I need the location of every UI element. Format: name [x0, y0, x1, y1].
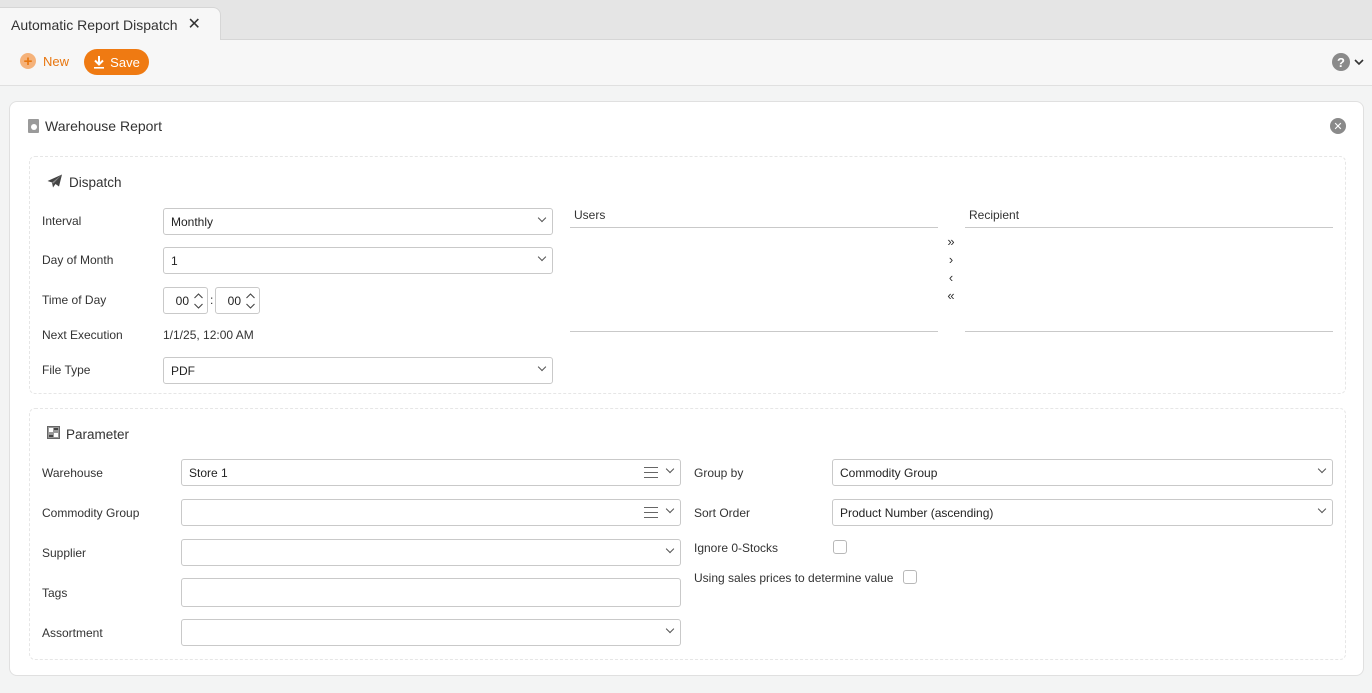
chevron-down-icon [1318, 466, 1326, 474]
interval-label: Interval [42, 214, 82, 228]
assortment-select[interactable] [181, 619, 681, 646]
warehouse-select[interactable]: Store 1 [181, 459, 681, 486]
parameter-title-text: Parameter [66, 426, 130, 442]
dispatch-section: Dispatch Interval Monthly Day of Month 1… [29, 156, 1346, 394]
recipient-list[interactable] [965, 227, 1333, 331]
close-icon[interactable]: ✕ [188, 16, 201, 33]
file-type-label: File Type [42, 363, 91, 377]
download-icon [93, 55, 105, 69]
chevron-down-icon [1354, 55, 1364, 69]
supplier-label: Supplier [42, 546, 87, 560]
users-list-header: Users [570, 208, 938, 228]
toolbar: + New Save ? [0, 40, 1372, 86]
day-of-month-select[interactable]: 1 [163, 247, 553, 274]
card-title: Warehouse Report [28, 118, 162, 134]
chevron-down-icon [538, 364, 546, 372]
tags-input[interactable] [181, 578, 681, 607]
save-button-label: Save [110, 54, 140, 70]
day-of-month-label: Day of Month [42, 253, 114, 267]
commodity-group-label: Commodity Group [42, 506, 140, 520]
remove-all-button[interactable]: « [944, 287, 958, 305]
next-execution-label: Next Execution [42, 328, 123, 342]
report-card: Warehouse Report ✕ Dispatch Interval Mon… [9, 101, 1364, 676]
recipient-list-divider [965, 331, 1333, 332]
chevron-down-icon [1318, 506, 1326, 514]
ignore-zero-stocks-label: Ignore 0-Stocks [694, 541, 779, 555]
group-by-value: Commodity Group [840, 465, 938, 480]
minute-stepper[interactable]: 00 [215, 287, 260, 314]
ignore-zero-stocks-checkbox[interactable] [833, 540, 847, 554]
file-type-value: PDF [171, 363, 195, 378]
tags-label: Tags [42, 586, 68, 600]
add-button[interactable]: › [944, 251, 958, 269]
hour-value: 00 [175, 293, 189, 308]
remove-button[interactable]: ‹ [944, 269, 958, 287]
warehouse-value: Store 1 [189, 465, 228, 480]
recipient-list-header: Recipient [965, 208, 1333, 228]
commodity-group-select[interactable] [181, 499, 681, 526]
interval-select[interactable]: Monthly [163, 208, 553, 235]
help-menu[interactable]: ? [1332, 53, 1364, 71]
chevron-down-icon [666, 506, 674, 514]
save-button[interactable]: Save [84, 49, 149, 75]
day-of-month-value: 1 [171, 253, 178, 268]
group-by-select[interactable]: Commodity Group [832, 459, 1333, 486]
new-button[interactable]: + New [20, 53, 69, 69]
new-button-label: New [43, 53, 70, 69]
chevron-down-icon [666, 546, 674, 554]
parameter-section-title: Parameter [47, 426, 129, 442]
chevron-down-icon [538, 215, 546, 223]
warehouse-label: Warehouse [42, 466, 103, 480]
list-menu-icon[interactable] [644, 507, 658, 518]
question-icon: ? [1332, 53, 1350, 71]
tab-automatic-report-dispatch[interactable]: Automatic Report Dispatch ✕ [0, 7, 221, 41]
close-card-button[interactable]: ✕ [1330, 118, 1346, 134]
file-type-select[interactable]: PDF [163, 357, 553, 384]
next-execution-value: 1/1/25, 12:00 AM [163, 328, 254, 342]
report-document-icon [28, 119, 39, 133]
chevron-down-icon [538, 254, 546, 262]
parameter-section: Parameter Warehouse Store 1 Commodity Gr… [29, 408, 1346, 660]
users-list-divider [570, 331, 938, 332]
users-label: Users [574, 208, 606, 222]
close-icon: ✕ [1333, 120, 1343, 133]
chevron-down-icon [666, 466, 674, 474]
plus-icon: + [20, 53, 36, 69]
card-title-text: Warehouse Report [45, 118, 162, 134]
sort-order-select[interactable]: Product Number (ascending) [832, 499, 1333, 526]
paper-plane-icon [47, 174, 63, 191]
minute-value: 00 [227, 293, 241, 308]
hour-stepper[interactable]: 00 [163, 287, 208, 314]
chevron-down-icon [666, 626, 674, 634]
sales-prices-label: Using sales prices to determine value [694, 571, 894, 585]
time-separator: : [210, 293, 214, 307]
add-all-button[interactable]: » [944, 233, 958, 251]
users-list[interactable] [570, 227, 938, 331]
stepper-arrows-icon[interactable] [193, 291, 204, 311]
tab-label: Automatic Report Dispatch [11, 16, 178, 33]
time-of-day-label: Time of Day [42, 293, 107, 307]
sales-prices-checkbox[interactable] [903, 570, 917, 584]
recipient-label: Recipient [969, 208, 1020, 222]
assortment-label: Assortment [42, 626, 103, 640]
group-by-label: Group by [694, 466, 744, 480]
parameter-grid-icon [47, 426, 60, 442]
sort-order-label: Sort Order [694, 506, 751, 520]
sort-order-value: Product Number (ascending) [840, 505, 994, 520]
supplier-select[interactable] [181, 539, 681, 566]
stepper-arrows-icon[interactable] [245, 291, 256, 311]
interval-value: Monthly [171, 214, 214, 229]
tab-bar: Automatic Report Dispatch ✕ [0, 0, 1372, 41]
list-menu-icon[interactable] [644, 467, 658, 478]
dispatch-section-title: Dispatch [47, 174, 122, 191]
dispatch-title-text: Dispatch [69, 175, 122, 190]
